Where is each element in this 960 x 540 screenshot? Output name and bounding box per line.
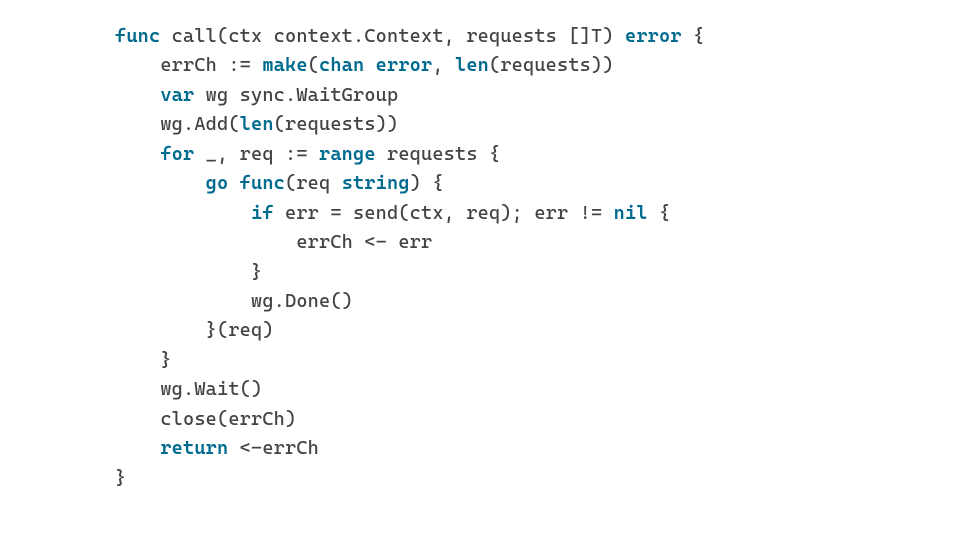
code-token: nil: [614, 202, 648, 224]
code-token: go func: [206, 172, 285, 194]
code-token: return: [160, 437, 228, 459]
code-line: wg.Wait(): [115, 375, 960, 404]
code-line: wg.Done(): [115, 287, 960, 316]
code-line: go func(req string) {: [115, 169, 960, 198]
code-token: call(ctx context.Context, requests []T): [172, 25, 625, 47]
code-line: }: [115, 258, 960, 287]
code-line: }: [115, 464, 960, 493]
code-line: wg.Add(len(requests)): [115, 110, 960, 139]
code-token: [115, 437, 160, 459]
code-token: [115, 172, 206, 194]
code-token: if: [251, 202, 274, 224]
code-token: errCh :=: [115, 54, 262, 76]
code-token: (requests)): [274, 113, 399, 135]
code-token: [115, 143, 160, 165]
code-token: ,: [432, 54, 455, 76]
code-token: for: [160, 143, 194, 165]
code-token: len: [240, 113, 274, 135]
code-line: for _, req := range requests {: [115, 140, 960, 169]
code-line: }: [115, 346, 960, 375]
code-token: }: [115, 467, 126, 489]
code-token: error: [625, 25, 682, 47]
code-token: }(req): [115, 319, 274, 341]
code-line: var wg sync.WaitGroup: [115, 81, 960, 110]
code-token: (req: [285, 172, 342, 194]
code-token: close(errCh): [115, 408, 296, 430]
code-line: return <-errCh: [115, 434, 960, 463]
code-block: func call(ctx context.Context, requests …: [0, 0, 960, 493]
code-line: if err = send(ctx, req); err != nil {: [115, 199, 960, 228]
code-token: wg.Done(): [115, 290, 353, 312]
code-token: errCh <- err: [115, 231, 432, 253]
code-token: err = send(ctx, req); err !=: [274, 202, 614, 224]
code-token: (: [308, 54, 319, 76]
code-token: {: [648, 202, 671, 224]
code-line: }(req): [115, 316, 960, 345]
code-token: <-errCh: [228, 437, 319, 459]
code-token: wg.Wait(): [115, 378, 262, 400]
code-token: range: [319, 143, 376, 165]
code-token: wg.Add(: [115, 113, 240, 135]
code-token: chan error: [319, 54, 432, 76]
code-token: (requests)): [489, 54, 614, 76]
code-token: requests {: [376, 143, 501, 165]
code-token: [115, 84, 160, 106]
code-token: }: [115, 261, 262, 283]
code-line: errCh <- err: [115, 228, 960, 257]
code-line: func call(ctx context.Context, requests …: [115, 22, 960, 51]
code-token: string: [342, 172, 410, 194]
code-token: ) {: [410, 172, 444, 194]
code-token: func: [115, 25, 172, 47]
code-token: [115, 202, 251, 224]
code-token: make: [262, 54, 307, 76]
code-line: close(errCh): [115, 405, 960, 434]
code-token: var: [160, 84, 194, 106]
code-token: {: [682, 25, 705, 47]
code-line: errCh := make(chan error, len(requests)): [115, 51, 960, 80]
code-token: len: [455, 54, 489, 76]
code-token: _, req :=: [194, 143, 319, 165]
code-token: wg sync.WaitGroup: [194, 84, 398, 106]
code-token: }: [115, 349, 172, 371]
